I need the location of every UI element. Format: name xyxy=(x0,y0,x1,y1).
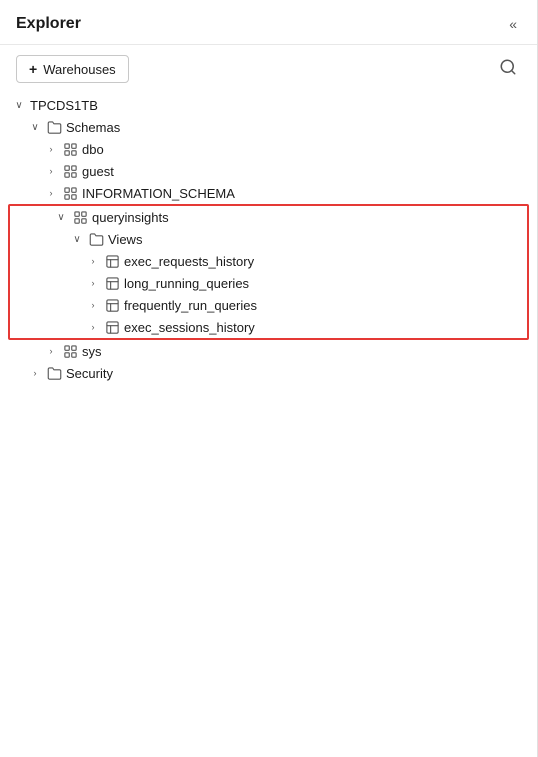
add-warehouses-button[interactable]: + Warehouses xyxy=(16,55,129,83)
tree-node-schemas[interactable]: ∨ Schemas xyxy=(0,116,537,138)
chevron-right-icon: › xyxy=(86,278,100,288)
tree-node-guest[interactable]: › guest xyxy=(0,160,537,182)
node-label: INFORMATION_SCHEMA xyxy=(82,186,235,201)
schema-icon xyxy=(62,343,78,359)
tree-node-dbo[interactable]: › dbo xyxy=(0,138,537,160)
schema-icon xyxy=(72,209,88,225)
node-label: TPCDS1TB xyxy=(30,98,98,113)
chevron-right-icon: › xyxy=(28,368,42,378)
node-label: Security xyxy=(66,366,113,381)
highlight-box: ∨ queryinsights ∨ xyxy=(8,204,529,340)
chevron-right-icon: › xyxy=(86,256,100,266)
tree-node-tpcds1tb[interactable]: ∨ TPCDS1TB xyxy=(0,95,537,116)
node-label: Views xyxy=(108,232,142,247)
tree-node-queryinsights[interactable]: ∨ queryinsights xyxy=(10,206,527,228)
tree-node-security[interactable]: › Security xyxy=(0,362,537,384)
chevron-right-icon: › xyxy=(86,300,100,310)
node-label: queryinsights xyxy=(92,210,169,225)
schema-icon xyxy=(62,185,78,201)
tree-node-information-schema[interactable]: › INFORMATION_SCHEMA xyxy=(0,182,537,204)
search-button[interactable] xyxy=(495,56,521,83)
warehouses-label: Warehouses xyxy=(43,62,116,77)
tree: ∨ TPCDS1TB ∨ Schemas › xyxy=(0,91,537,757)
chevron-right-icon: › xyxy=(44,346,58,356)
view-icon xyxy=(104,275,120,291)
chevron-down-icon: ∨ xyxy=(70,234,84,245)
schema-icon xyxy=(62,141,78,157)
node-label: exec_requests_history xyxy=(124,254,254,269)
chevron-right-icon: › xyxy=(44,188,58,198)
tree-node-frequently-run-queries[interactable]: › frequently_run_queries xyxy=(10,294,527,316)
plus-icon: + xyxy=(29,61,37,77)
tree-node-long-running-queries[interactable]: › long_running_queries xyxy=(10,272,527,294)
folder-icon xyxy=(88,231,104,247)
tree-node-exec-sessions-history[interactable]: › exec_sessions_history xyxy=(10,316,527,338)
chevron-right-icon: › xyxy=(44,144,58,154)
view-icon xyxy=(104,253,120,269)
view-icon xyxy=(104,319,120,335)
node-label: sys xyxy=(82,344,102,359)
folder-icon xyxy=(46,365,62,381)
tree-node-exec-requests-history[interactable]: › exec_requests_history xyxy=(10,250,527,272)
schema-icon xyxy=(62,163,78,179)
view-icon xyxy=(104,297,120,313)
node-label: exec_sessions_history xyxy=(124,320,255,335)
tree-node-views[interactable]: ∨ Views xyxy=(10,228,527,250)
tree-node-sys[interactable]: › sys xyxy=(0,340,537,362)
chevron-right-icon: › xyxy=(86,322,100,332)
chevron-right-icon: › xyxy=(44,166,58,176)
folder-icon xyxy=(46,119,62,135)
panel-header: Explorer « xyxy=(0,0,537,45)
chevron-down-icon: ∨ xyxy=(54,212,68,223)
node-label: long_running_queries xyxy=(124,276,249,291)
node-label: Schemas xyxy=(66,120,120,135)
node-label: guest xyxy=(82,164,114,179)
chevron-down-icon: ∨ xyxy=(28,122,42,133)
toolbar: + Warehouses xyxy=(0,45,537,91)
chevron-down-icon: ∨ xyxy=(12,100,26,111)
panel-title: Explorer xyxy=(16,15,81,33)
node-label: dbo xyxy=(82,142,104,157)
node-label: frequently_run_queries xyxy=(124,298,257,313)
explorer-panel: Explorer « + Warehouses ∨ TPCDS1TB ∨ xyxy=(0,0,538,757)
collapse-button[interactable]: « xyxy=(505,14,521,34)
search-icon xyxy=(499,58,517,76)
